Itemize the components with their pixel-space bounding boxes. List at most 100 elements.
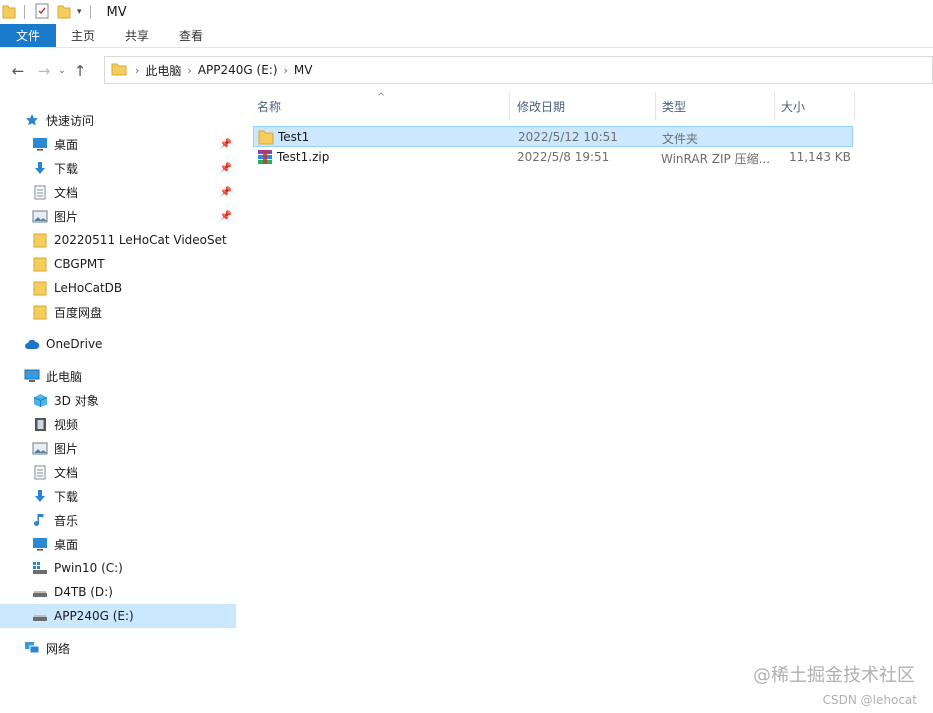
- desktop-icon: [32, 536, 48, 552]
- computer-icon: [24, 368, 40, 384]
- ribbon-tabs: 文件 主页 共享 查看: [0, 24, 933, 48]
- chevron-right-icon: ›: [187, 63, 192, 77]
- tab-view[interactable]: 查看: [164, 24, 218, 47]
- chevron-right-icon: ›: [135, 63, 140, 77]
- star-icon: [24, 112, 40, 128]
- column-divider[interactable]: [509, 92, 510, 120]
- address-bar[interactable]: › 此电脑 › APP240G (E:) › MV: [104, 56, 933, 84]
- sidebar-item-recent-videoset[interactable]: 20220511 LeHoCat VideoSet: [0, 228, 236, 252]
- sidebar-item-documents[interactable]: 文档: [0, 460, 236, 484]
- navigation-pane: 快速访问 桌面 📌 下载 📌 文档 📌 图片 📌 20220511 LeHoCa…: [0, 96, 238, 713]
- navigation-bar: ← → ⌄ ↑ › 此电脑 › APP240G (E:) › MV: [0, 56, 933, 86]
- sidebar-item-recent-lehocatdb[interactable]: LeHoCatDB: [0, 276, 236, 300]
- column-divider[interactable]: [655, 92, 656, 120]
- film-icon: [32, 416, 48, 432]
- pin-icon: 📌: [219, 162, 232, 174]
- drive-icon: [32, 584, 48, 600]
- sidebar-item-videos[interactable]: 视频: [0, 412, 236, 436]
- sidebar-item-desktop[interactable]: 桌面: [0, 532, 236, 556]
- pin-icon: 📌: [219, 138, 232, 150]
- column-header-size[interactable]: 大小: [781, 92, 851, 120]
- arrow-left-icon: ←: [11, 62, 25, 80]
- sidebar-item-downloads[interactable]: 下载: [0, 484, 236, 508]
- column-header-name[interactable]: 名称: [257, 92, 507, 120]
- sidebar-item-network[interactable]: 网络: [0, 636, 236, 660]
- arrow-up-icon: ↑: [73, 62, 87, 80]
- document-icon: [32, 464, 48, 480]
- sidebar-item-this-pc[interactable]: 此电脑: [0, 364, 236, 388]
- watermark: @稀土掘金技术社区: [753, 665, 915, 686]
- chevron-right-icon: ›: [283, 63, 288, 77]
- arrow-right-icon: →: [37, 62, 51, 80]
- back-button[interactable]: ←: [7, 60, 29, 82]
- tab-file[interactable]: 文件: [0, 24, 56, 47]
- tab-home[interactable]: 主页: [56, 24, 110, 47]
- sidebar-item-3d-objects[interactable]: 3D 对象: [0, 388, 236, 412]
- drive-icon: [32, 608, 48, 624]
- chevron-down-icon: ⌄: [58, 66, 66, 76]
- file-modified: 2022/5/12 10:51: [518, 130, 618, 144]
- cloud-icon: [24, 336, 40, 352]
- sidebar-item-drive-d[interactable]: D4TB (D:): [0, 580, 236, 604]
- folder-icon: [32, 256, 48, 272]
- pictures-icon: [32, 440, 48, 456]
- breadcrumb-mv[interactable]: MV: [294, 63, 313, 77]
- column-header-type[interactable]: 类型: [662, 92, 772, 120]
- windows-drive-icon: [32, 560, 48, 576]
- pin-icon: 📌: [219, 210, 232, 222]
- sidebar-item-music[interactable]: 音乐: [0, 508, 236, 532]
- download-icon: [32, 488, 48, 504]
- divider: [24, 5, 25, 19]
- sidebar-item-onedrive[interactable]: OneDrive: [0, 332, 236, 356]
- breadcrumb-this-pc[interactable]: 此电脑: [145, 62, 181, 79]
- network-icon: [24, 640, 40, 656]
- new-folder-icon[interactable]: [57, 3, 71, 22]
- tab-share[interactable]: 共享: [110, 24, 164, 47]
- up-button[interactable]: ↑: [69, 60, 91, 82]
- breadcrumb-drive-e[interactable]: APP240G (E:): [198, 63, 278, 77]
- sidebar-item-quick-access[interactable]: 快速访问: [0, 108, 236, 132]
- folder-icon: [32, 304, 48, 320]
- desktop-icon: [32, 136, 48, 152]
- recent-locations-button[interactable]: ⌄: [55, 60, 69, 82]
- sidebar-item-drive-c[interactable]: Pwin10 (C:): [0, 556, 236, 580]
- divider: [89, 5, 91, 19]
- pictures-icon: [32, 208, 48, 224]
- file-name: Test1.zip: [277, 150, 330, 164]
- folder-icon: [111, 61, 127, 80]
- sidebar-item-documents-pinned[interactable]: 文档 📌: [0, 180, 236, 204]
- winrar-icon: [257, 149, 273, 165]
- sidebar-item-desktop-pinned[interactable]: 桌面 📌: [0, 132, 236, 156]
- folder-icon: [2, 3, 16, 22]
- download-icon: [32, 160, 48, 176]
- file-type: 文件夹: [662, 132, 699, 146]
- watermark-credit: CSDN @lehocat: [822, 693, 917, 707]
- pin-icon: 📌: [219, 186, 232, 198]
- file-list: ^ 名称 修改日期 类型 大小 Test1 2022/5/12 10:51 文件…: [241, 92, 933, 713]
- column-divider[interactable]: [854, 92, 855, 120]
- table-row[interactable]: Test1.zip 2022/5/8 19:51 WinRAR ZIP 压缩..…: [253, 147, 853, 168]
- file-size: 11,143 KB: [789, 150, 851, 164]
- column-header-modified[interactable]: 修改日期: [517, 92, 653, 120]
- column-divider[interactable]: [774, 92, 775, 120]
- customize-toolbar-icon[interactable]: ▾: [77, 7, 82, 17]
- properties-icon[interactable]: [35, 3, 49, 22]
- music-note-icon: [32, 512, 48, 528]
- folder-icon: [32, 232, 48, 248]
- sidebar-item-downloads-pinned[interactable]: 下载 📌: [0, 156, 236, 180]
- folder-icon: [32, 280, 48, 296]
- file-modified: 2022/5/8 19:51: [517, 150, 610, 164]
- sidebar-item-pictures[interactable]: 图片: [0, 436, 236, 460]
- sidebar-item-recent-cbgpmt[interactable]: CBGPMT: [0, 252, 236, 276]
- sidebar-item-pictures-pinned[interactable]: 图片 📌: [0, 204, 236, 228]
- title-bar: ▾ MV: [0, 0, 933, 24]
- document-icon: [32, 184, 48, 200]
- table-row[interactable]: Test1 2022/5/12 10:51 文件夹: [253, 126, 853, 147]
- cube-icon: [32, 392, 48, 408]
- window-title: MV: [106, 4, 127, 20]
- file-name: Test1: [278, 130, 310, 144]
- forward-button[interactable]: →: [33, 60, 55, 82]
- sidebar-item-drive-e[interactable]: APP240G (E:): [0, 604, 236, 628]
- file-type: WinRAR ZIP 压缩...: [661, 152, 771, 166]
- sidebar-item-recent-baidu[interactable]: 百度网盘: [0, 300, 236, 324]
